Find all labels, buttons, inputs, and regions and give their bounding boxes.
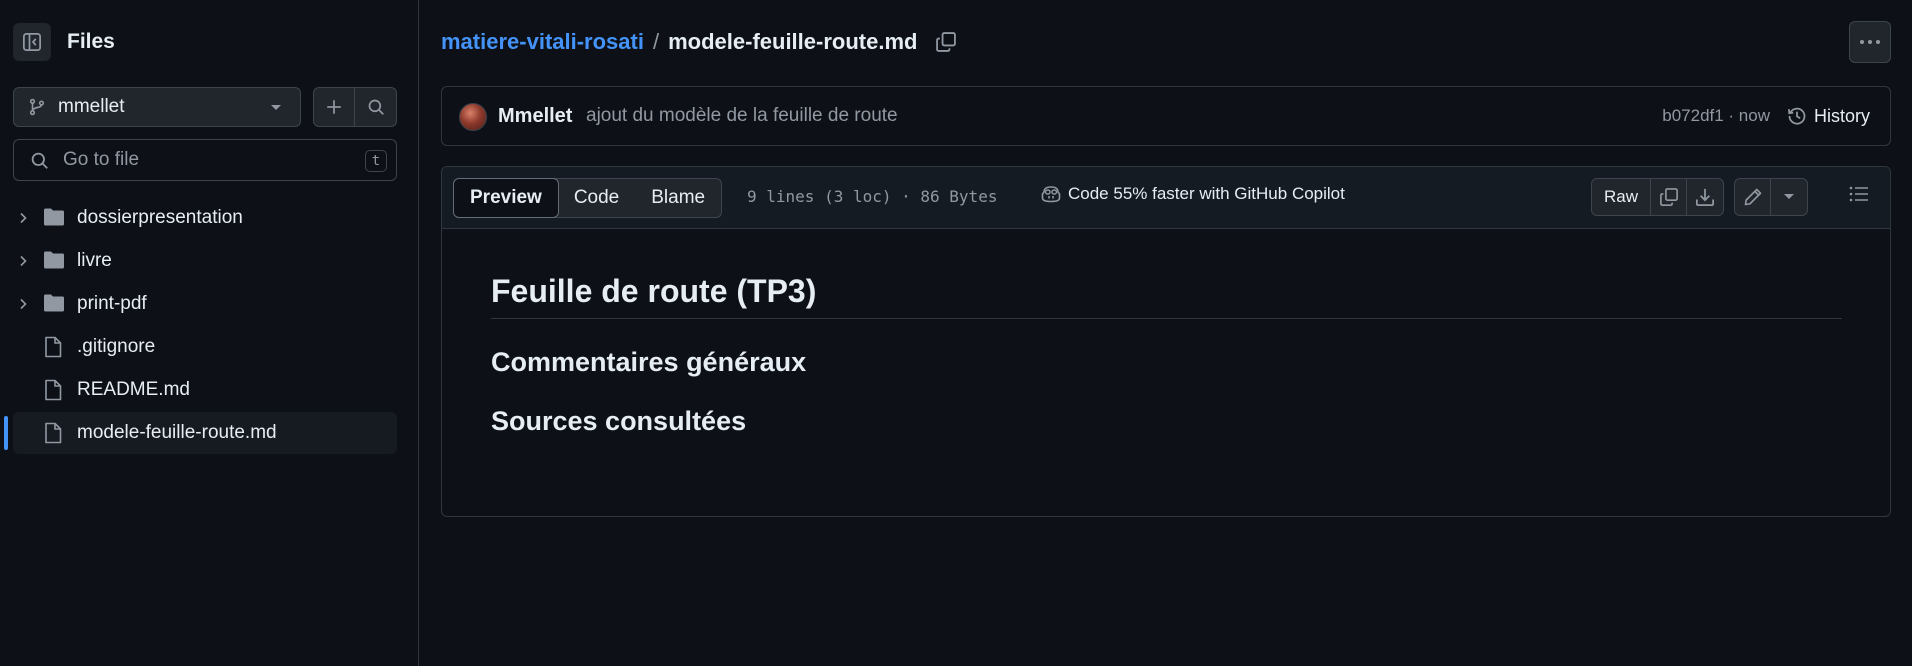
selected-indicator [4,416,8,450]
file-icon [45,422,62,444]
commit-sha-time[interactable]: b072df1 · now [1662,106,1770,126]
tree-item-dossierpresentation[interactable]: dossierpresentation [13,197,397,239]
copilot-icon [1041,186,1061,203]
copy-raw-button[interactable] [1651,179,1687,215]
branch-selector[interactable]: mmellet [13,87,301,127]
file-info: 9 lines (3 loc) · 86 Bytes [747,187,998,206]
raw-button[interactable]: Raw [1592,179,1651,215]
view-mode-tabs: Preview Code Blame [453,178,723,218]
breadcrumb-repo-link[interactable]: matiere-vitali-rosati [441,29,644,55]
breadcrumb-separator: / [652,29,660,54]
more-options-button[interactable] [1849,21,1891,63]
history-icon [1787,107,1806,125]
symbols-outline-button[interactable] [1848,184,1870,204]
history-button[interactable]: History [1787,106,1870,127]
file-tree-sidebar: Files mmellet Go to file t dossierpresen… [0,0,419,666]
copilot-text: Code 55% faster with GitHub Copilot [1068,184,1345,203]
folder-icon [44,208,64,226]
tree-item-livre[interactable]: livre [13,240,397,282]
latest-commit-bar: Mmellet ajout du modèle de la feuille de… [441,86,1891,146]
list-unordered-icon [1849,186,1868,202]
caret-down-icon [1784,194,1794,199]
file-icon [45,336,62,358]
download-icon [1696,188,1714,206]
chevron-right-icon[interactable] [15,210,31,226]
tree-item-modele-feuille-route[interactable]: modele-feuille-route.md [4,412,397,454]
tree-item-label: modele-feuille-route.md [77,422,277,443]
search-icon [31,152,48,169]
copilot-promo[interactable]: Code 55% faster with GitHub Copilot [1040,184,1345,204]
git-branch-icon [29,98,45,116]
kebab-horizontal-icon [1860,40,1880,44]
tree-item-gitignore[interactable]: .gitignore [13,326,397,368]
chevron-right-icon[interactable] [15,296,31,312]
markdown-preview: Feuille de route (TP3) Commentaires géné… [442,273,1890,437]
markdown-heading-1: Feuille de route (TP3) [491,273,1842,319]
plus-icon [327,100,341,114]
commit-author[interactable]: Mmellet [498,105,572,128]
copy-icon [1659,188,1678,206]
avatar[interactable] [459,103,487,131]
go-to-file-placeholder: Go to file [63,149,140,170]
tree-item-label: README.md [77,379,190,400]
collapse-sidebar-button[interactable] [13,23,51,61]
sidebar-title: Files [67,30,115,53]
file-icon [45,379,62,401]
sidebar-collapse-icon [23,33,41,51]
tab-preview[interactable]: Preview [453,178,559,218]
go-to-file-input[interactable]: Go to file t [13,139,397,181]
history-label: History [1813,105,1870,126]
shortcut-key: t [365,150,387,172]
file-header: Preview Code Blame 9 lines (3 loc) · 86 … [442,167,1890,229]
copy-icon [936,32,957,52]
file-actions: Raw [1581,178,1808,216]
branch-name: mmellet [58,96,125,117]
tree-item-print-pdf[interactable]: print-pdf [13,283,397,325]
folder-icon [44,251,64,269]
tree-item-readme[interactable]: README.md [13,369,397,411]
file-tree: dossierpresentation livre print-pdf .git… [4,197,397,455]
copy-path-button[interactable] [935,31,957,53]
edit-button[interactable] [1735,179,1771,215]
commit-message[interactable]: ajout du modèle de la feuille de route [586,105,898,127]
edit-actions [1734,178,1808,216]
search-icon [368,99,384,115]
tab-code[interactable]: Code [558,179,635,217]
edit-dropdown-button[interactable] [1771,179,1807,215]
raw-actions: Raw [1590,178,1724,216]
tree-item-label: print-pdf [77,293,147,314]
chevron-right-icon[interactable] [15,253,31,269]
tree-item-label: livre [77,250,112,271]
tree-item-label: dossierpresentation [77,207,243,228]
pencil-icon [1744,188,1761,206]
caret-down-icon [271,105,281,110]
breadcrumb: matiere-vitali-rosati / modele-feuille-r… [441,29,957,55]
download-button[interactable] [1687,179,1723,215]
tree-actions [313,87,397,127]
search-code-button[interactable] [355,88,396,126]
markdown-heading-2: Commentaires généraux [491,347,807,377]
markdown-heading-2: Sources consultées [491,406,747,436]
tab-blame[interactable]: Blame [635,179,721,217]
sidebar-header: Files [13,23,115,61]
file-viewer: Preview Code Blame 9 lines (3 loc) · 86 … [441,166,1891,517]
breadcrumb-file: modele-feuille-route.md [668,29,918,54]
tree-item-label: .gitignore [77,336,156,357]
add-file-button[interactable] [314,88,356,126]
folder-icon [44,294,64,312]
